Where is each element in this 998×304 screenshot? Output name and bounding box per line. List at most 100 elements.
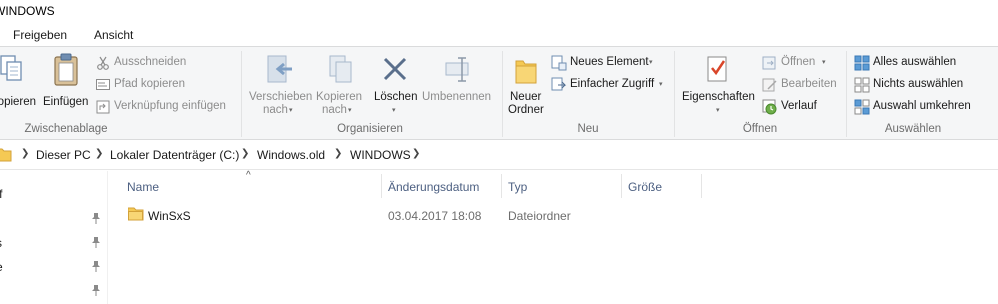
copy-to-icon — [329, 55, 352, 83]
group-label-open: Öffnen — [742, 123, 778, 135]
move-to-icon — [267, 55, 292, 83]
breadcrumb-windows[interactable]: WINDOWS — [350, 148, 411, 162]
delete-label: Löschen — [374, 91, 418, 103]
nav-item[interactable]: e — [0, 260, 3, 274]
move-to-button[interactable]: Verschieben nach ▾ — [246, 53, 312, 119]
history-label: Verlauf — [781, 100, 817, 112]
rename-label: Umbenennen — [422, 91, 492, 103]
new-folder-label-2: Ordner — [508, 104, 544, 116]
copy-to-label-1: Kopieren — [316, 91, 363, 103]
file-date: 03.04.2017 18:08 — [388, 209, 482, 223]
chevron-right-icon: ❯ — [241, 148, 250, 159]
chevron-right-icon[interactable]: ❯ — [412, 148, 420, 159]
breadcrumb-windows-old[interactable]: Windows.old — [257, 148, 325, 162]
pin-icon[interactable] — [91, 212, 101, 224]
ribbon-separator — [502, 51, 503, 137]
new-folder-icon — [515, 60, 537, 84]
edit-button[interactable]: Bearbeiten — [762, 77, 842, 93]
chevron-down-icon: ▾ — [822, 59, 826, 66]
breadcrumb-dieser-pc[interactable]: Dieser PC — [36, 148, 91, 162]
column-divider[interactable] — [621, 174, 622, 198]
paste-shortcut-label: Verknüpfung einfügen — [114, 100, 226, 112]
delete-x-icon — [383, 57, 407, 81]
invert-selection-icon — [854, 99, 870, 115]
copy-icon — [0, 55, 22, 81]
rename-icon — [445, 57, 469, 82]
select-none-icon — [854, 77, 870, 93]
easy-access-label: Einfacher Zugriff — [570, 78, 655, 90]
open-icon — [762, 56, 776, 70]
properties-icon — [707, 56, 727, 82]
copy-to-button[interactable]: Kopieren nach ▾ — [313, 53, 367, 119]
file-type: Dateiordner — [508, 209, 571, 223]
group-label-organize: Organisieren — [337, 123, 403, 135]
new-item-button[interactable]: Neues Element ▾ — [551, 55, 667, 71]
new-folder-button[interactable]: Neuer Ordner — [506, 53, 548, 119]
select-all-button[interactable]: Alles auswählen — [854, 55, 974, 71]
properties-label: Eigenschaften — [682, 91, 755, 103]
invert-selection-button[interactable]: Auswahl umkehren — [854, 99, 978, 115]
new-folder-label-1: Neuer — [510, 91, 542, 103]
open-button[interactable]: Öffnen ▾ — [762, 55, 832, 71]
delete-button[interactable]: Löschen ▾ — [369, 53, 421, 119]
pin-icon[interactable] — [91, 236, 101, 248]
copy-to-label-2: nach — [322, 104, 347, 116]
nav-item[interactable]: s — [0, 236, 2, 250]
edit-icon — [762, 78, 777, 92]
easy-access-button[interactable]: Einfacher Zugriff ▾ — [551, 77, 671, 93]
pin-icon[interactable] — [91, 284, 101, 296]
address-bar[interactable]: ❯ Dieser PC ❯ Lokaler Datenträger (C:) ❯… — [0, 141, 998, 170]
group-label-clipboard: Zwischenablage — [24, 123, 108, 135]
copy-label: Kopieren — [0, 96, 37, 108]
ribbon-separator — [846, 51, 847, 137]
chevron-down-icon: ▾ — [289, 107, 293, 114]
move-to-label-1: Verschieben — [249, 91, 313, 103]
ribbon: Kopieren Einfügen Ausschneiden Pfad kopi… — [0, 46, 998, 140]
chevron-down-icon: ▾ — [392, 107, 396, 114]
column-divider[interactable] — [701, 174, 702, 198]
paste-shortcut-button[interactable]: Verknüpfung einfügen — [96, 99, 236, 115]
scissors-icon — [97, 56, 109, 70]
file-list — [109, 171, 998, 304]
easy-access-icon — [551, 77, 567, 91]
cut-label: Ausschneiden — [114, 56, 187, 68]
select-none-label: Nichts auswählen — [873, 78, 964, 90]
column-header-date[interactable]: Änderungsdatum — [388, 180, 479, 194]
pin-icon[interactable] — [91, 260, 101, 272]
sort-ascending-icon: ^ — [246, 170, 251, 181]
navigation-pane: ff s e — [0, 171, 108, 304]
ribbon-tab-bar: Freigeben Ansicht — [0, 22, 998, 46]
edit-label: Bearbeiten — [781, 78, 837, 90]
history-button[interactable]: Verlauf — [762, 99, 822, 115]
copy-path-button[interactable]: Pfad kopieren — [96, 77, 216, 93]
ribbon-separator — [674, 51, 675, 137]
select-none-button[interactable]: Nichts auswählen — [854, 77, 974, 93]
chevron-down-icon: ▾ — [348, 107, 352, 114]
paste-label: Einfügen — [43, 96, 89, 108]
nav-item-quick-access[interactable]: ff — [0, 187, 2, 201]
properties-button[interactable]: Eigenschaften ▾ — [678, 53, 758, 119]
rename-button[interactable]: Umbenennen — [420, 53, 496, 119]
cut-button[interactable]: Ausschneiden — [96, 55, 216, 71]
breadcrumb-local-disk[interactable]: Lokaler Datenträger (C:) — [110, 148, 239, 162]
column-header-type[interactable]: Typ — [508, 180, 527, 194]
chevron-down-icon: ▾ — [716, 107, 720, 114]
select-all-label: Alles auswählen — [873, 56, 957, 68]
copy-button[interactable]: Kopieren — [0, 53, 36, 119]
file-name[interactable]: WinSxS — [148, 209, 191, 223]
column-divider[interactable] — [381, 174, 382, 198]
column-divider[interactable] — [501, 174, 502, 198]
new-item-icon — [551, 55, 567, 71]
copy-path-label: Pfad kopieren — [114, 78, 185, 90]
paste-button[interactable]: Einfügen — [40, 53, 92, 119]
title-bar: WINDOWS — [0, 0, 998, 22]
group-label-select: Auswählen — [884, 123, 942, 135]
column-header-size[interactable]: Größe — [628, 180, 662, 194]
select-all-icon — [854, 55, 870, 71]
column-header-name[interactable]: Name — [127, 180, 159, 194]
folder-icon — [0, 148, 12, 162]
tab-ansicht[interactable]: Ansicht — [94, 28, 133, 42]
tab-freigeben[interactable]: Freigeben — [13, 28, 67, 42]
new-item-label: Neues Element — [570, 56, 649, 68]
chevron-down-icon: ▾ — [659, 81, 663, 88]
